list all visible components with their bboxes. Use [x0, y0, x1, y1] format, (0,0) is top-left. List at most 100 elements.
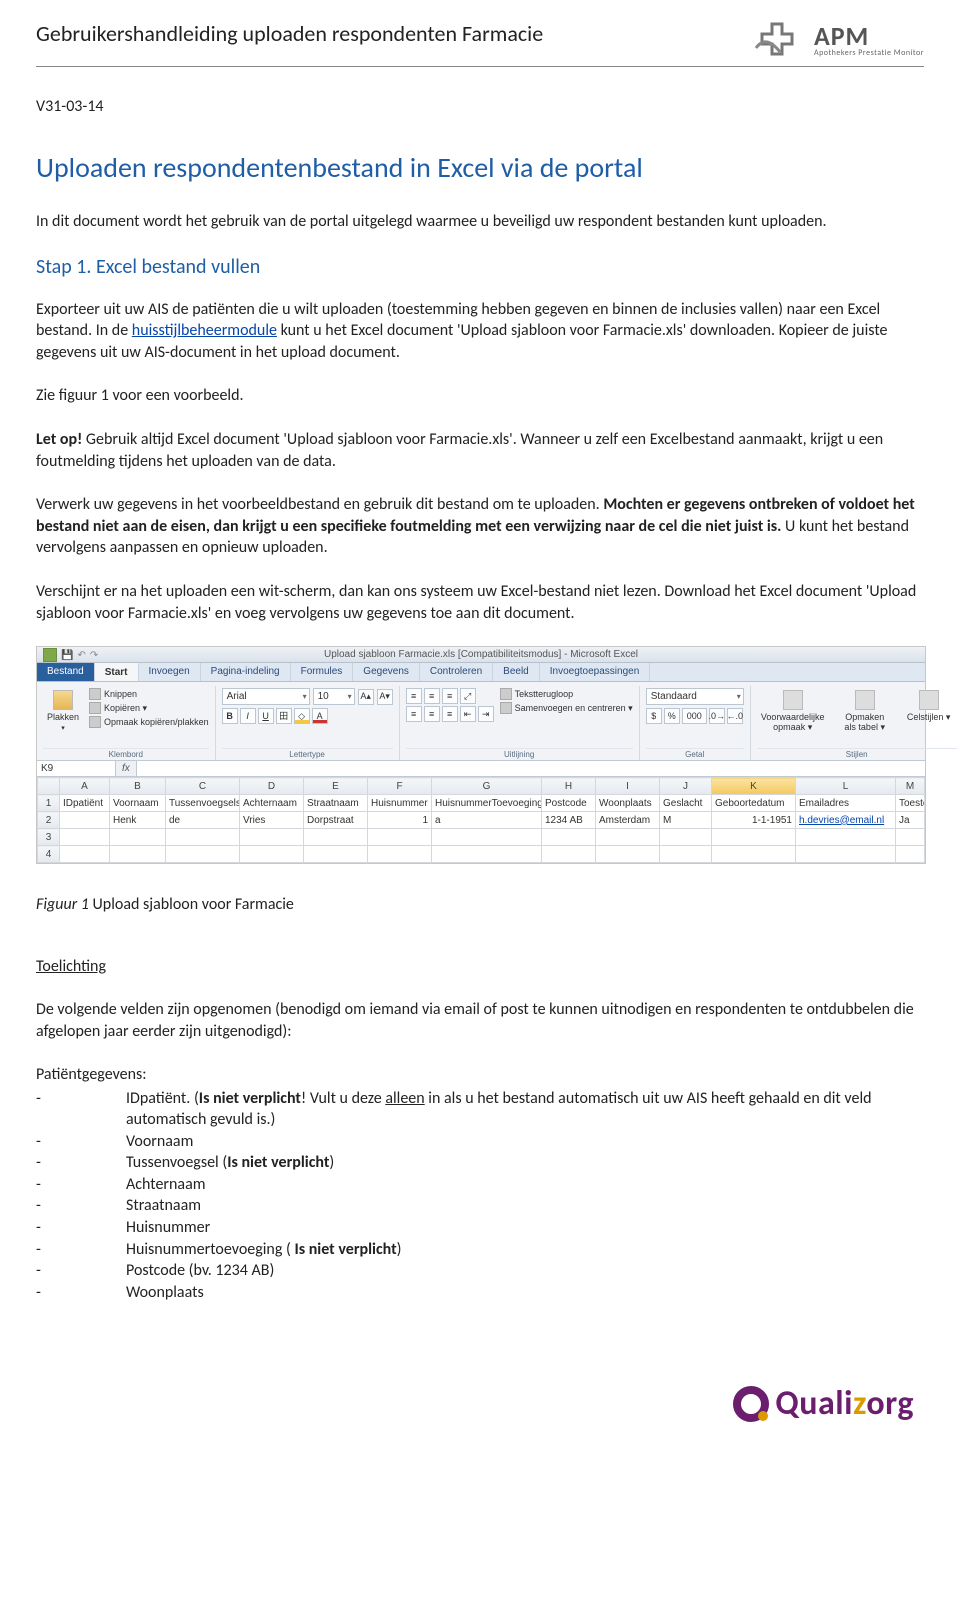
huisstijlbeheermodule-link[interactable]: huisstijlbeheermodule	[132, 321, 277, 340]
align-right-button[interactable]: ≡	[442, 706, 458, 722]
save-icon[interactable]: 💾	[61, 650, 73, 661]
name-box[interactable]: K9	[37, 761, 116, 776]
patient-fields-label: Patiëntgegevens:	[36, 1065, 924, 1084]
email-link[interactable]: h.devries@email.nl	[799, 815, 884, 826]
cell[interactable]: HuisnummerToevoeging	[432, 795, 542, 812]
col-header[interactable]: B	[110, 778, 166, 795]
italic-button[interactable]: I	[240, 708, 256, 724]
paste-button[interactable]: Plakken ▾	[43, 688, 83, 734]
dec-decimal-button[interactable]: ←.0	[727, 708, 743, 724]
col-header[interactable]: F	[368, 778, 432, 795]
cell[interactable]	[60, 812, 110, 829]
format-as-table-button[interactable]: Opmaken als tabel ▾	[835, 688, 895, 735]
row-header[interactable]: 1	[38, 795, 60, 812]
cell[interactable]: Huisnummer	[368, 795, 432, 812]
indent-dec-button[interactable]: ⇤	[460, 706, 476, 722]
tab-bestand[interactable]: Bestand	[37, 663, 95, 681]
col-header[interactable]: L	[796, 778, 896, 795]
indent-inc-button[interactable]: ⇥	[478, 706, 494, 722]
underline-button[interactable]: U	[258, 708, 274, 724]
format-painter-button[interactable]: Opmaak kopiëren/plakken	[89, 716, 209, 728]
cell[interactable]: Straatnaam	[304, 795, 368, 812]
cell[interactable]: Vries	[240, 812, 304, 829]
align-middle-button[interactable]: ≡	[424, 688, 440, 704]
inc-decimal-button[interactable]: .0→	[709, 708, 725, 724]
tab-invoegtoepassingen[interactable]: Invoegtoepassingen	[540, 663, 651, 681]
cell[interactable]: 1-1-1951	[712, 812, 796, 829]
cell[interactable]: a	[432, 812, 542, 829]
cell[interactable]: Geslacht	[660, 795, 712, 812]
row-header[interactable]: 2	[38, 812, 60, 829]
tab-beeld[interactable]: Beeld	[493, 663, 540, 681]
tab-gegevens[interactable]: Gegevens	[353, 663, 420, 681]
cell[interactable]: Emailadres	[796, 795, 896, 812]
cell[interactable]: M	[660, 812, 712, 829]
thousands-button[interactable]: 000	[682, 708, 707, 724]
tab-controleren[interactable]: Controleren	[420, 663, 493, 681]
step1-p3-b: Gebruik altijd Excel document 'Upload sj…	[36, 430, 883, 471]
tab-start[interactable]: Start	[95, 663, 139, 681]
cell[interactable]: IDpatiënt	[60, 795, 110, 812]
cell[interactable]: Geboortedatum	[712, 795, 796, 812]
redo-icon[interactable]: ↷	[90, 650, 98, 661]
col-header[interactable]: I	[596, 778, 660, 795]
col-header[interactable]: J	[660, 778, 712, 795]
cell[interactable]: Amsterdam	[596, 812, 660, 829]
cell[interactable]: Henk	[110, 812, 166, 829]
row-header[interactable]: 4	[38, 846, 60, 863]
fill-color-button[interactable]: ◇	[294, 708, 310, 724]
cell-styles-button[interactable]: Celstijlen ▾	[901, 688, 957, 725]
cell[interactable]: h.devries@email.nl	[796, 812, 896, 829]
col-header[interactable]: H	[542, 778, 596, 795]
font-color-button[interactable]: A	[312, 708, 328, 724]
spreadsheet-grid[interactable]: A B C D E F G H I J K L M 1 IDpatiënt	[37, 777, 925, 863]
select-all-corner[interactable]	[38, 778, 60, 795]
conditional-format-button[interactable]: Voorwaardelijke opmaak ▾	[757, 688, 829, 735]
cell[interactable]: 1234 AB	[542, 812, 596, 829]
col-header[interactable]: E	[304, 778, 368, 795]
cell[interactable]: ToestemmingEmail	[896, 795, 925, 812]
tab-invoegen[interactable]: Invoegen	[139, 663, 201, 681]
number-format-select[interactable]: Standaard	[646, 688, 744, 705]
row-header[interactable]: 3	[38, 829, 60, 846]
align-top-button[interactable]: ≡	[406, 688, 422, 704]
cut-button[interactable]: Knippen	[89, 688, 209, 700]
undo-icon[interactable]: ↶	[77, 650, 85, 661]
col-header[interactable]: C	[166, 778, 240, 795]
cell[interactable]: Tussenvoegsels	[166, 795, 240, 812]
orientation-button[interactable]: ⤢	[460, 688, 476, 704]
cell[interactable]: 1	[368, 812, 432, 829]
shrink-font-button[interactable]: A▾	[377, 689, 393, 705]
field-dash: -	[36, 1282, 126, 1304]
font-name-select[interactable]: Arial	[222, 688, 310, 705]
col-header[interactable]: D	[240, 778, 304, 795]
cell[interactable]: Voornaam	[110, 795, 166, 812]
fx-label: fx	[116, 761, 137, 776]
cell[interactable]: Ja	[896, 812, 925, 829]
bold-button[interactable]: B	[222, 708, 238, 724]
cell[interactable]: Achternaam	[240, 795, 304, 812]
border-button[interactable]: 田	[276, 708, 292, 724]
wrap-text-button[interactable]: Tekstterugloop	[500, 688, 633, 700]
cell[interactable]: de	[166, 812, 240, 829]
col-header[interactable]: G	[432, 778, 542, 795]
grow-font-button[interactable]: A▴	[358, 689, 374, 705]
col-header[interactable]: A	[60, 778, 110, 795]
currency-button[interactable]: $	[646, 708, 662, 724]
col-header-selected[interactable]: K	[712, 778, 796, 795]
font-size-select[interactable]: 10	[313, 688, 355, 705]
formula-input[interactable]	[137, 761, 925, 776]
step1-paragraph-1: Exporteer uit uw AIS de patiënten die u …	[36, 299, 924, 364]
cell[interactable]: Postcode	[542, 795, 596, 812]
percent-button[interactable]: %	[664, 708, 680, 724]
align-left-button[interactable]: ≡	[406, 706, 422, 722]
col-header[interactable]: M	[896, 778, 925, 795]
copy-button[interactable]: Kopiëren ▾	[89, 702, 209, 714]
tab-formules[interactable]: Formules	[291, 663, 354, 681]
align-bottom-button[interactable]: ≡	[442, 688, 458, 704]
merge-center-button[interactable]: Samenvoegen en centreren ▾	[500, 702, 633, 714]
cell[interactable]: Woonplaats	[596, 795, 660, 812]
tab-pagina-indeling[interactable]: Pagina-indeling	[201, 663, 291, 681]
align-center-button[interactable]: ≡	[424, 706, 440, 722]
cell[interactable]: Dorpstraat	[304, 812, 368, 829]
